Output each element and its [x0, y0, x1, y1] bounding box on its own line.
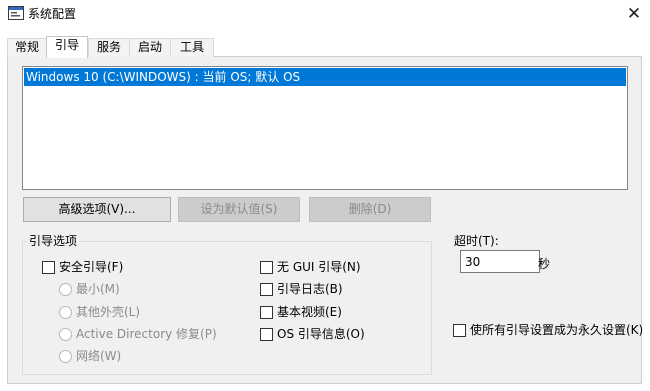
timeout-unit-label: 秒 [538, 257, 551, 271]
tab-tools[interactable]: 工具 [170, 38, 214, 57]
checkbox-box[interactable] [260, 306, 273, 319]
checkbox-box[interactable] [260, 283, 273, 296]
safe-mode-alternate-shell-label: 其他外壳(L) [76, 305, 141, 319]
advanced-options-button[interactable]: 高级选项(V)... [23, 197, 171, 222]
radio-circle[interactable] [59, 283, 72, 296]
checkbox-box[interactable] [260, 261, 273, 274]
checkbox-box[interactable] [260, 328, 273, 341]
make-permanent-label: 使所有引导设置成为永久设置(K) [470, 323, 644, 337]
timeout-label: 超时(T): [454, 234, 499, 248]
close-icon[interactable]: ✕ [620, 2, 648, 26]
base-video-label: 基本视频(E) [277, 305, 342, 319]
boot-log-label: 引导日志(B) [277, 282, 343, 296]
radio-circle[interactable] [59, 306, 72, 319]
no-gui-boot-label: 无 GUI 引导(N) [277, 260, 361, 274]
tab-services[interactable]: 服务 [88, 38, 130, 57]
safe-boot-label: 安全引导(F) [59, 260, 124, 274]
os-list-item-selected[interactable]: Windows 10 (C:\WINDOWS) : 当前 OS; 默认 OS [24, 68, 626, 86]
safe-mode-network-label: 网络(W) [76, 349, 122, 363]
safe-mode-ad-repair-label: Active Directory 修复(P) [76, 327, 217, 341]
window-title: 系统配置 [28, 7, 77, 21]
os-boot-info-label: OS 引导信息(O) [277, 327, 365, 341]
radio-circle[interactable] [59, 350, 72, 363]
tab-startup[interactable]: 启动 [129, 38, 171, 57]
safe-mode-minimal-label: 最小(M) [76, 282, 120, 296]
title-bar [0, 0, 650, 30]
set-default-button[interactable]: 设为默认值(S) [178, 197, 300, 222]
boot-options-title: 引导选项 [27, 233, 80, 249]
msconfig-window-icon [8, 6, 24, 20]
checkbox-box[interactable] [453, 324, 466, 337]
checkbox-box[interactable] [42, 261, 55, 274]
timeout-input[interactable] [460, 250, 540, 273]
tab-boot[interactable]: 引导 [46, 36, 88, 58]
tab-general[interactable]: 常规 [7, 38, 47, 57]
delete-button[interactable]: 删除(D) [309, 197, 431, 222]
radio-circle[interactable] [59, 328, 72, 341]
